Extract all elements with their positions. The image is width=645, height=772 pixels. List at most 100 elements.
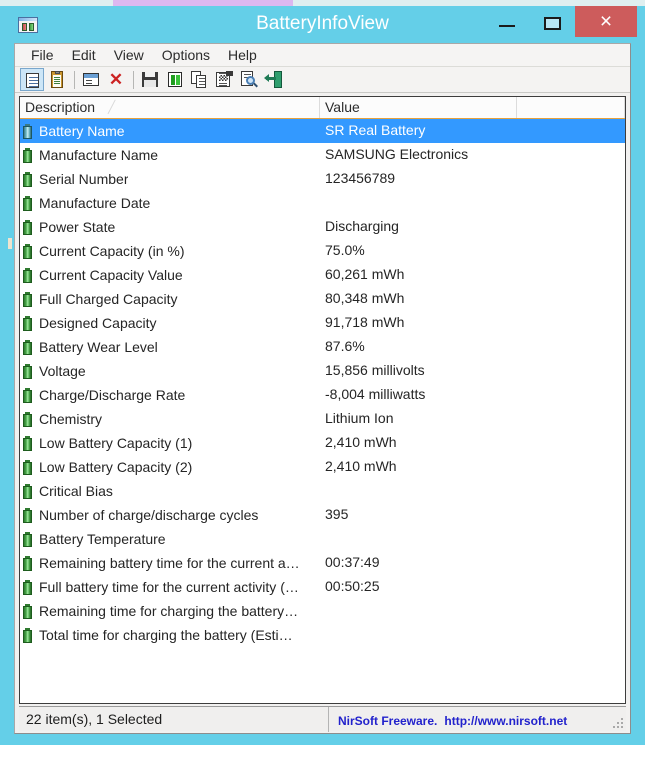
table-row[interactable]: Designed Capacity 91,718 mWh (20, 311, 625, 335)
description-label: Remaining battery time for the current a… (39, 555, 300, 571)
table-row[interactable]: Battery Name SR Real Battery (20, 119, 625, 143)
column-header-extra[interactable] (517, 97, 625, 118)
properties-window-icon (83, 73, 99, 86)
table-row[interactable]: Charge/Discharge Rate -8,004 milliwatts (20, 383, 625, 407)
credit-text: NirSoft Freeware. (338, 714, 438, 728)
cell-description: Total time for charging the battery (Est… (20, 627, 320, 643)
description-label: Remaining time for charging the battery… (39, 603, 299, 619)
save-selected-items-button[interactable] (138, 68, 162, 91)
battery-icon (23, 219, 32, 235)
close-button[interactable]: × (575, 6, 637, 37)
table-row[interactable]: Battery Wear Level 87.6% (20, 335, 625, 359)
table-row[interactable]: Number of charge/discharge cycles 395 (20, 503, 625, 527)
cell-value: -8,004 milliwatts (320, 386, 517, 404)
clear-log-button[interactable]: ✕ (104, 68, 128, 91)
value-label: 2,410 mWh (325, 434, 397, 450)
battery-icon (23, 291, 32, 307)
description-label: Low Battery Capacity (2) (39, 459, 193, 475)
find-button[interactable] (238, 68, 262, 91)
column-header-description[interactable]: Description ╱ (20, 97, 320, 118)
battery-icon (23, 531, 32, 547)
resize-grip[interactable] (611, 716, 623, 728)
minimize-button[interactable] (485, 6, 530, 37)
value-label: 00:37:49 (325, 554, 380, 570)
column-header-description-label: Description (25, 99, 96, 115)
column-header-value-label: Value (325, 99, 360, 115)
table-row[interactable]: Battery Temperature (20, 527, 625, 551)
table-row[interactable]: Serial Number 123456789 (20, 167, 625, 191)
cell-description: Current Capacity Value (20, 267, 320, 283)
description-label: Charge/Discharge Rate (39, 387, 186, 403)
battery-log-view-button[interactable] (45, 68, 69, 91)
table-row[interactable]: Low Battery Capacity (1) 2,410 mWh (20, 431, 625, 455)
value-label: 00:50:25 (325, 578, 380, 594)
table-row[interactable]: Current Capacity (in %) 75.0% (20, 239, 625, 263)
value-label: 91,718 mWh (325, 314, 405, 330)
table-row[interactable]: Power State Discharging (20, 215, 625, 239)
toolbar-separator (74, 70, 75, 89)
description-label: Full Charged Capacity (39, 291, 178, 307)
table-row[interactable]: Remaining time for charging the battery… (20, 599, 625, 623)
value-label: Discharging (325, 218, 399, 234)
battery-information-view-button[interactable] (20, 68, 44, 91)
menu-options[interactable]: Options (153, 45, 219, 66)
description-label: Voltage (39, 363, 86, 379)
properties-button[interactable] (79, 68, 103, 91)
cell-description: Manufacture Date (20, 195, 320, 211)
cell-value: 123456789 (320, 170, 517, 188)
exit-button[interactable] (263, 68, 287, 91)
battery-icon (23, 603, 32, 619)
table-row[interactable]: Critical Bias (20, 479, 625, 503)
description-label: Full battery time for the current activi… (39, 579, 299, 595)
description-label: Critical Bias (39, 483, 113, 499)
table-row[interactable]: Chemistry Lithium Ion (20, 407, 625, 431)
refresh-button[interactable] (163, 68, 187, 91)
cell-value: 87.6% (320, 338, 517, 356)
table-row[interactable]: Full Charged Capacity 80,348 mWh (20, 287, 625, 311)
table-row[interactable]: Manufacture Name SAMSUNG Electronics (20, 143, 625, 167)
title-bar[interactable]: BatteryInfoView × (8, 6, 637, 43)
menu-file[interactable]: File (22, 45, 63, 66)
menu-edit[interactable]: Edit (63, 45, 105, 66)
description-label: Manufacture Date (39, 195, 151, 211)
cell-description: Battery Wear Level (20, 339, 320, 355)
status-bar: 22 item(s), 1 Selected NirSoft Freeware.… (19, 706, 626, 732)
menu-help[interactable]: Help (219, 45, 266, 66)
table-row[interactable]: Total time for charging the battery (Est… (20, 623, 625, 647)
cell-value: 15,856 millivolts (320, 362, 517, 380)
column-header-value[interactable]: Value (320, 97, 517, 118)
sort-indicator-icon: ╱ (108, 100, 116, 114)
cell-description: Critical Bias (20, 483, 320, 499)
document-lines-icon (26, 73, 39, 88)
table-row[interactable]: Voltage 15,856 millivolts (20, 359, 625, 383)
table-row[interactable]: Low Battery Capacity (2) 2,410 mWh (20, 455, 625, 479)
minimize-icon (499, 25, 515, 27)
value-label: SAMSUNG Electronics (325, 146, 469, 162)
copy-selected-items-button[interactable] (188, 68, 212, 91)
value-label: 75.0% (325, 242, 365, 258)
description-label: Total time for charging the battery (Est… (39, 627, 293, 643)
cell-value: 2,410 mWh (320, 458, 517, 476)
credit-link[interactable]: http://www.nirsoft.net (444, 714, 567, 728)
floppy-save-icon (142, 72, 158, 87)
window-controls: × (485, 6, 637, 43)
html-report-button[interactable] (213, 68, 237, 91)
maximize-button[interactable] (530, 6, 575, 37)
cell-description: Current Capacity (in %) (20, 243, 320, 259)
status-item-count: 22 item(s), 1 Selected (19, 706, 329, 732)
cell-value: 80,348 mWh (320, 290, 517, 308)
table-row[interactable]: Remaining battery time for the current a… (20, 551, 625, 575)
menu-view[interactable]: View (105, 45, 153, 66)
battery-icon (23, 483, 32, 499)
table-row[interactable]: Manufacture Date (20, 191, 625, 215)
value-label: 80,348 mWh (325, 290, 405, 306)
battery-info-list[interactable]: Description ╱ Value Battery Name SR Real … (19, 96, 626, 704)
toolbar-separator (133, 70, 134, 89)
list-rows: Battery Name SR Real Battery Manufacture N… (20, 119, 625, 647)
table-row[interactable]: Current Capacity Value 60,261 mWh (20, 263, 625, 287)
value-label: Lithium Ion (325, 410, 394, 426)
cell-value: 2,410 mWh (320, 434, 517, 452)
description-label: Designed Capacity (39, 315, 157, 331)
table-row[interactable]: Full battery time for the current activi… (20, 575, 625, 599)
cell-value: Discharging (320, 218, 517, 236)
